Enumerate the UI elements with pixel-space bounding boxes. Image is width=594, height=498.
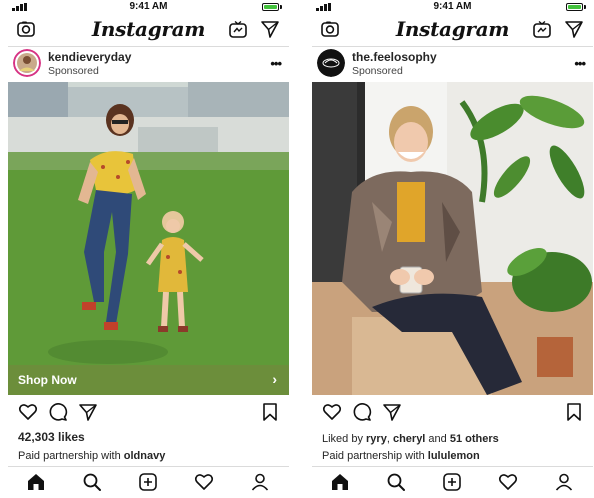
activity-icon[interactable] [498, 472, 518, 492]
post-image[interactable]: Shop Now › [8, 82, 289, 395]
shop-now-label: Shop Now [18, 373, 77, 387]
paid-partnership-label: Paid partnership with oldnavy [18, 450, 165, 462]
profile-icon[interactable] [554, 472, 574, 492]
post-username[interactable]: kendieveryday [48, 50, 131, 64]
partner-prefix: Paid partnership with [322, 450, 428, 462]
share-icon[interactable] [382, 402, 402, 422]
liked-prefix: Liked by [322, 433, 367, 445]
home-icon[interactable] [26, 472, 46, 492]
app-header: Instagram [312, 14, 593, 47]
bottom-nav [8, 466, 289, 498]
heart-icon[interactable] [322, 402, 342, 422]
post-username[interactable]: the.feelosophy [352, 50, 437, 64]
paid-partnership-label: Paid partnership with lululemon [322, 450, 480, 462]
search-icon[interactable] [386, 472, 406, 492]
bookmark-icon[interactable] [260, 402, 280, 422]
comment-icon[interactable] [48, 402, 68, 422]
direct-message-icon[interactable] [260, 19, 280, 39]
liked-others-link[interactable]: 51 others [450, 433, 499, 445]
profile-icon[interactable] [250, 472, 270, 492]
new-post-icon[interactable] [442, 472, 462, 492]
activity-icon[interactable] [194, 472, 214, 492]
shop-now-bar[interactable]: Shop Now › [8, 365, 289, 395]
app-header: Instagram [8, 14, 289, 47]
share-icon[interactable] [78, 402, 98, 422]
avatar[interactable] [317, 49, 345, 77]
partner-link[interactable]: oldnavy [124, 450, 166, 462]
battery-icon [262, 3, 279, 11]
post-header: kendieveryday Sponsored ••• [8, 46, 289, 82]
phone-screen-left: 9:41 AM Instagram kendieveryday Sponsore… [8, 0, 289, 498]
sponsored-label: Sponsored [352, 65, 403, 77]
status-time: 9:41 AM [129, 1, 168, 12]
post-actions [8, 398, 289, 426]
more-options-icon[interactable]: ••• [270, 56, 282, 71]
liked-user-link[interactable]: cheryl [393, 433, 425, 445]
battery-icon [566, 3, 583, 11]
status-bar: 9:41 AM [8, 0, 289, 14]
bottom-nav [312, 466, 593, 498]
likes-count[interactable]: 42,303 likes [18, 430, 85, 444]
post-actions [312, 398, 593, 426]
more-options-icon[interactable]: ••• [574, 56, 586, 71]
phone-screen-right: 9:41 AM Instagram the.feelosophy Sponsor… [312, 0, 593, 498]
chevron-right-icon: › [272, 371, 277, 387]
liked-user-link[interactable]: ryry [366, 433, 387, 445]
igtv-icon[interactable] [532, 19, 552, 39]
igtv-icon[interactable] [228, 19, 248, 39]
home-icon[interactable] [330, 472, 350, 492]
heart-icon[interactable] [18, 402, 38, 422]
avatar[interactable] [13, 49, 41, 77]
direct-message-icon[interactable] [564, 19, 584, 39]
sponsored-label: Sponsored [48, 65, 99, 77]
new-post-icon[interactable] [138, 472, 158, 492]
liked-by-label: Liked by ryry, cheryl and 51 others [322, 433, 499, 445]
comment-icon[interactable] [352, 402, 372, 422]
partner-prefix: Paid partnership with [18, 450, 124, 462]
liked-and: and [425, 433, 450, 445]
search-icon[interactable] [82, 472, 102, 492]
post-header: the.feelosophy Sponsored ••• [312, 46, 593, 82]
post-image[interactable] [312, 82, 593, 395]
bookmark-icon[interactable] [564, 402, 584, 422]
partner-link[interactable]: lululemon [428, 450, 480, 462]
status-time: 9:41 AM [433, 1, 472, 12]
status-bar: 9:41 AM [312, 0, 593, 14]
